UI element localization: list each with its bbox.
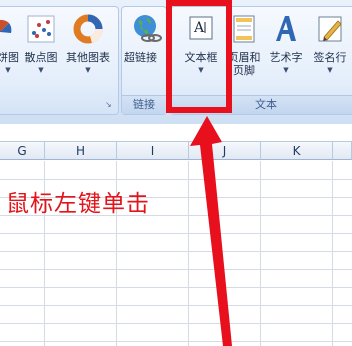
grid-line: [0, 287, 352, 288]
grid-line: [0, 233, 352, 234]
signature-line-label: 签名行: [313, 51, 347, 64]
grid-line: [0, 305, 352, 306]
grid-line: [260, 161, 261, 346]
pie-chart-button[interactable]: 饼图 ▼: [0, 13, 19, 74]
highlight-box: [166, 0, 232, 113]
pie-chart-icon: [0, 13, 15, 45]
charts-group: 饼图 ▼ 散点图 ▼ 其他图表 ▼ ↘: [0, 6, 119, 115]
grid-line: [0, 323, 352, 324]
ribbon: 饼图 ▼ 散点图 ▼ 其他图表 ▼ ↘ 超链接 链接 A 文本框 ▼ 页眉和 页…: [0, 0, 352, 125]
other-charts-button[interactable]: 其他图表 ▼: [63, 13, 113, 74]
wordart-button[interactable]: 艺术字 ▼: [263, 13, 309, 74]
scatter-chart-label: 散点图: [24, 51, 58, 64]
links-group: 超链接 链接: [121, 6, 167, 115]
spreadsheet-grid[interactable]: G H I J K: [0, 124, 352, 346]
column-header-partial[interactable]: [333, 141, 352, 160]
column-header-j[interactable]: J: [189, 141, 261, 160]
chevron-down-icon: ▼: [327, 66, 333, 74]
column-header-g[interactable]: G: [0, 141, 45, 160]
grid-line: [0, 341, 352, 342]
chevron-down-icon: ▼: [5, 66, 11, 74]
grid-line: [0, 269, 352, 270]
hyperlink-label: 超链接: [124, 51, 157, 64]
scatter-chart-icon: [25, 13, 57, 45]
hyperlink-button[interactable]: 超链接: [124, 13, 168, 64]
other-charts-label: 其他图表: [66, 51, 110, 64]
links-group-caption: 链接: [122, 95, 166, 114]
instruction-annotation: 鼠标左键单击: [6, 191, 150, 217]
signature-line-button[interactable]: 签名行 ▼: [307, 13, 352, 74]
chevron-down-icon: ▼: [38, 66, 44, 74]
signature-pen-icon: [314, 13, 346, 45]
donut-chart-icon: [72, 13, 104, 45]
chevron-down-icon: ▼: [85, 66, 91, 74]
wordart-icon: [270, 13, 302, 45]
pie-chart-label: 饼图: [0, 51, 19, 64]
chevron-down-icon: ▼: [283, 66, 289, 74]
column-header-k[interactable]: K: [261, 141, 333, 160]
grid-line: [332, 161, 333, 346]
dialog-launcher-icon[interactable]: ↘: [105, 100, 114, 109]
scatter-chart-button[interactable]: 散点图 ▼: [21, 13, 61, 74]
column-header-h[interactable]: H: [45, 141, 117, 160]
grid-line: [0, 251, 352, 252]
column-header-i[interactable]: I: [117, 141, 189, 160]
wordart-label: 艺术字: [269, 51, 303, 64]
grid-line: [0, 179, 352, 180]
grid-line: [188, 161, 189, 346]
header-footer-icon: [228, 13, 260, 45]
globe-chain-icon: [130, 13, 162, 45]
